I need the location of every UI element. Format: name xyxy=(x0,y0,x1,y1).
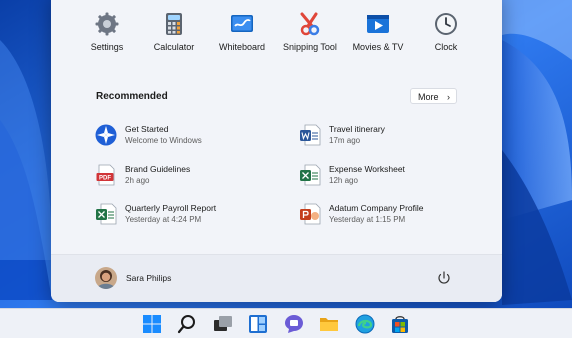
recommended-item-subtitle: Welcome to Windows xyxy=(125,136,202,145)
more-label: More xyxy=(418,92,439,102)
play-icon xyxy=(367,15,389,33)
start-menu: Settings Calculator Whiteboard Snipping … xyxy=(51,0,502,302)
taskbar xyxy=(0,308,572,338)
pdf-icon: PDF xyxy=(96,164,115,186)
recommended-item-name: Quarterly Payroll Report xyxy=(125,203,217,213)
excel-icon xyxy=(300,164,321,186)
recommended-item-brand-guidelines[interactable]: PDF Brand Guidelines 2h ago xyxy=(95,163,265,189)
windows-start-icon[interactable] xyxy=(142,314,162,334)
gear-icon xyxy=(95,12,119,36)
pinned-app-clock[interactable]: Clock xyxy=(411,12,481,52)
recommended-item-subtitle: 2h ago xyxy=(125,176,150,185)
get-started-icon xyxy=(95,124,117,146)
pinned-app-label: Whiteboard xyxy=(218,42,266,52)
recommended-title: Recommended xyxy=(96,91,168,102)
pinned-apps: Settings Calculator Whiteboard Snipping … xyxy=(51,12,502,52)
recommended-item-name: Adatum Company Profile xyxy=(329,203,424,213)
teams-chat-icon[interactable] xyxy=(284,314,304,334)
edge-icon[interactable] xyxy=(355,314,375,334)
store-icon[interactable] xyxy=(390,314,410,334)
recommended-item-get-started[interactable]: Get Started Welcome to Windows xyxy=(95,123,265,149)
recommended-item-name: Brand Guidelines xyxy=(125,164,191,174)
pinned-app-whiteboard[interactable]: Whiteboard xyxy=(207,12,277,52)
power-icon[interactable] xyxy=(436,270,452,286)
pinned-app-label: Settings xyxy=(90,42,124,52)
svg-text:PDF: PDF xyxy=(99,176,111,182)
clock-icon xyxy=(435,13,457,35)
pinned-app-movies-tv[interactable]: Movies & TV xyxy=(343,12,413,52)
recommended-item-adatum-company-profile[interactable]: Adatum Company Profile Yesterday at 1:15… xyxy=(299,202,469,228)
recommended-item-name: Get Started xyxy=(125,124,169,134)
user-avatar-image xyxy=(95,267,117,289)
powerpoint-icon xyxy=(300,203,321,225)
recommended-item-expense-worksheet[interactable]: Expense Worksheet 12h ago xyxy=(299,163,469,189)
pinned-app-calculator[interactable]: Calculator xyxy=(139,12,209,52)
recommended-item-name: Expense Worksheet xyxy=(329,164,405,174)
pinned-app-label: Calculator xyxy=(153,42,195,52)
recommended-item-name: Travel itinerary xyxy=(329,124,385,134)
recommended-item-subtitle: Yesterday at 1:15 PM xyxy=(329,215,406,224)
more-button[interactable]: More › xyxy=(410,88,457,104)
pinned-app-label: Movies & TV xyxy=(352,42,404,52)
recommended-item-quarterly-payroll-report[interactable]: Quarterly Payroll Report Yesterday at 4:… xyxy=(95,202,265,228)
excel-icon xyxy=(96,203,117,225)
user-name[interactable]: Sara Philips xyxy=(126,273,171,283)
pinned-app-settings[interactable]: Settings xyxy=(72,12,142,52)
recommended-item-subtitle: 12h ago xyxy=(329,176,358,185)
word-doc-icon xyxy=(300,124,321,146)
pinned-app-label: Snipping Tool xyxy=(283,42,337,52)
recommended-item-subtitle: Yesterday at 4:24 PM xyxy=(125,215,202,224)
recommended-item-subtitle: 17m ago xyxy=(329,136,361,145)
recommended-item-travel-itinerary[interactable]: Travel itinerary 17m ago xyxy=(299,123,469,149)
task-view-icon[interactable] xyxy=(213,314,233,334)
widgets-icon[interactable] xyxy=(248,314,268,334)
search-icon[interactable] xyxy=(177,314,197,334)
calculator-icon xyxy=(166,13,182,35)
avatar[interactable] xyxy=(95,267,117,289)
pinned-app-snipping-tool[interactable]: Snipping Tool xyxy=(275,12,345,52)
start-menu-footer: Sara Philips xyxy=(51,254,502,302)
chevron-right-icon: › xyxy=(447,92,450,102)
scissors-icon xyxy=(300,12,320,36)
pinned-app-label: Clock xyxy=(434,42,458,52)
whiteboard-icon xyxy=(231,15,253,32)
file-explorer-icon[interactable] xyxy=(319,314,339,334)
